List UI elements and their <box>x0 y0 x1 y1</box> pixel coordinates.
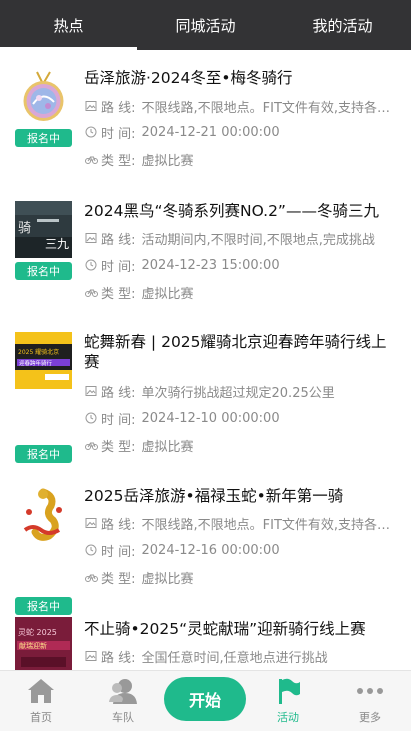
route-value: 单次骑行挑战超过规定20.25公里 <box>141 385 335 401</box>
route-icon <box>84 99 98 113</box>
type-label: 类 型: <box>101 153 136 169</box>
activity-thumbnail: 2025 耀骑北京 迎春跨年骑行 <box>15 332 72 389</box>
nav-home-label: 首页 <box>30 711 52 724</box>
activity-title[interactable]: 2024黑鸟“冬骑系列赛NO.2”——冬骑三九 <box>84 201 394 221</box>
svg-text:2025 耀骑北京: 2025 耀骑北京 <box>18 348 59 356</box>
activity-thumbnail <box>15 486 72 543</box>
team-icon <box>108 677 138 705</box>
route-value: 全国任意时间,任意地点进行挑战 <box>141 650 328 666</box>
time-label: 时 间: <box>101 259 136 275</box>
nav-team-label: 车队 <box>112 711 134 724</box>
activity-item[interactable]: 报名中 2025岳泽旅游•福禄玉蛇•新年第一骑 路 线: 不限线路,不限地点。F… <box>0 480 411 615</box>
route-icon <box>84 384 98 398</box>
route-label: 路 线: <box>101 232 136 248</box>
time-row: 时 间: 2024-12-16 00:00:00 <box>84 540 394 560</box>
route-value: 活动期间内,不限时间,不限地点,完成挑战 <box>141 232 375 248</box>
route-label: 路 线: <box>101 650 136 666</box>
time-value: 2024-12-23 15:00:00 <box>141 257 280 273</box>
route-icon <box>84 649 98 663</box>
time-label: 时 间: <box>101 544 136 560</box>
nav-home[interactable]: 首页 <box>11 671 71 731</box>
clock-icon <box>84 258 98 272</box>
activity-thumbnail: 骑 三九 <box>15 201 72 258</box>
bike-icon <box>84 438 98 452</box>
route-value: 不限线路,不限地点。FIT文件有效,支持各类骑行设备 <box>141 517 394 533</box>
bike-icon <box>84 285 98 299</box>
route-label: 路 线: <box>101 385 136 401</box>
route-row: 路 线: 不限线路,不限地点。FIT文件有效,支持各类骑行设备 <box>84 513 394 533</box>
status-badge: 报名中 <box>15 129 72 147</box>
activity-title[interactable]: 不止骑•2025“灵蛇献瑞”迎新骑行线上赛 <box>84 619 394 639</box>
bike-icon <box>84 570 98 584</box>
time-row: 时 间: 2024-12-10 00:00:00 <box>84 408 394 428</box>
route-row: 路 线: 不限线路,不限地点。FIT文件有效,支持各类骑行设备 <box>84 96 394 116</box>
nav-more[interactable]: 更多 <box>340 671 400 731</box>
bike-icon <box>84 152 98 166</box>
more-icon <box>355 677 385 705</box>
time-value: 2024-12-10 00:00:00 <box>141 410 280 426</box>
activity-item[interactable]: 2025 耀骑北京 迎春跨年骑行 报名中 蛇舞新春 | 2025耀骑北京迎春跨年… <box>0 328 411 480</box>
type-row: 类 型: 虚拟比赛 <box>84 282 394 302</box>
time-label: 时 间: <box>101 126 136 142</box>
nav-more-label: 更多 <box>359 711 381 724</box>
type-row: 类 型: 虚拟比赛 <box>84 149 394 169</box>
nav-activity-label: 活动 <box>277 711 299 724</box>
activity-item[interactable]: 骑 三九 报名中 2024黑鸟“冬骑系列赛NO.2”——冬骑三九 路 线: 活动… <box>0 195 411 328</box>
svg-text:骑: 骑 <box>18 221 31 236</box>
clock-icon <box>84 411 98 425</box>
type-label: 类 型: <box>101 439 136 455</box>
route-icon <box>84 516 98 530</box>
type-value: 虚拟比赛 <box>141 571 194 587</box>
route-label: 路 线: <box>101 517 136 533</box>
home-icon <box>26 677 56 705</box>
type-row: 类 型: 虚拟比赛 <box>84 567 394 587</box>
tab-local-activities[interactable]: 同城活动 <box>137 0 274 50</box>
type-value: 虚拟比赛 <box>141 286 194 302</box>
status-badge: 报名中 <box>15 445 72 463</box>
type-value: 虚拟比赛 <box>141 439 194 455</box>
time-label: 时 间: <box>101 412 136 428</box>
activity-thumbnail <box>15 68 72 125</box>
svg-text:迎春跨年骑行: 迎春跨年骑行 <box>19 359 53 367</box>
type-row: 类 型: 虚拟比赛 <box>84 435 394 455</box>
activity-title[interactable]: 蛇舞新春 | 2025耀骑北京迎春跨年骑行线上赛 <box>84 332 394 372</box>
route-row: 路 线: 全国任意时间,任意地点进行挑战 <box>84 646 394 666</box>
clock-icon <box>84 543 98 557</box>
type-label: 类 型: <box>101 286 136 302</box>
activity-title[interactable]: 岳泽旅游·2024冬至•梅冬骑行 <box>84 68 394 88</box>
tab-hot[interactable]: 热点 <box>0 0 137 50</box>
type-value: 虚拟比赛 <box>141 153 194 169</box>
svg-text:献瑞迎新: 献瑞迎新 <box>19 641 47 650</box>
bottom-nav: 首页 车队 开始 活动 更多 <box>0 670 411 731</box>
activity-item[interactable]: 灵蛇 2025 献瑞迎新 不止骑•2025“灵蛇献瑞”迎新骑行线上赛 路 线: … <box>0 615 411 670</box>
svg-text:灵蛇 2025: 灵蛇 2025 <box>18 627 57 637</box>
route-row: 路 线: 单次骑行挑战超过规定20.25公里 <box>84 381 394 401</box>
route-icon <box>84 231 98 245</box>
flag-icon <box>273 677 303 705</box>
type-label: 类 型: <box>101 571 136 587</box>
activity-item[interactable]: 报名中 岳泽旅游·2024冬至•梅冬骑行 路 线: 不限线路,不限地点。FIT文… <box>0 50 411 195</box>
route-label: 路 线: <box>101 100 136 116</box>
time-value: 2024-12-16 00:00:00 <box>141 542 280 558</box>
svg-text:三九: 三九 <box>45 237 69 251</box>
tab-my-activities[interactable]: 我的活动 <box>274 0 411 50</box>
time-value: 2024-12-21 00:00:00 <box>141 124 280 140</box>
status-badge: 报名中 <box>15 262 72 280</box>
route-value: 不限线路,不限地点。FIT文件有效,支持各类骑行设备 <box>141 100 394 116</box>
nav-activity[interactable]: 活动 <box>258 671 318 731</box>
route-row: 路 线: 活动期间内,不限时间,不限地点,完成挑战 <box>84 228 394 248</box>
status-badge: 报名中 <box>15 597 72 615</box>
activity-list[interactable]: 报名中 岳泽旅游·2024冬至•梅冬骑行 路 线: 不限线路,不限地点。FIT文… <box>0 50 411 670</box>
nav-team[interactable]: 车队 <box>93 671 153 731</box>
time-row: 时 间: 2024-12-21 00:00:00 <box>84 122 394 142</box>
activity-title[interactable]: 2025岳泽旅游•福禄玉蛇•新年第一骑 <box>84 486 394 506</box>
clock-icon <box>84 125 98 139</box>
time-row: 时 间: 2024-12-23 15:00:00 <box>84 255 394 275</box>
activity-thumbnail: 灵蛇 2025 献瑞迎新 <box>15 617 72 670</box>
start-button[interactable]: 开始 <box>164 677 246 721</box>
top-tab-bar: 热点 同城活动 我的活动 <box>0 0 411 50</box>
